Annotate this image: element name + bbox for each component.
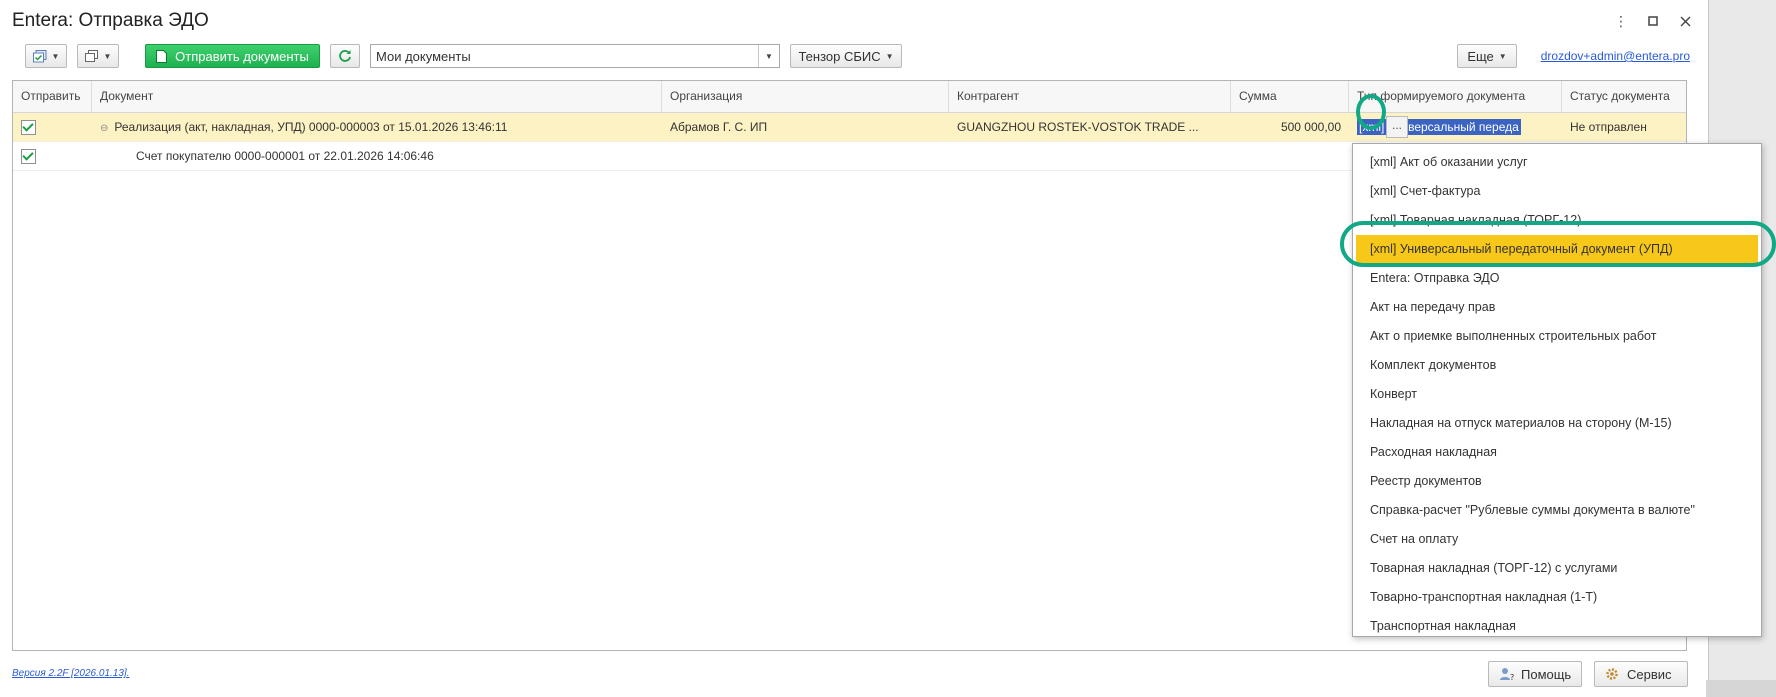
sum-cell: [1231, 142, 1349, 170]
chevron-down-icon: ▼: [1498, 51, 1507, 61]
copy-actions-button[interactable]: ▼: [77, 44, 119, 68]
doc-type-dropdown: [xml] Акт об оказании услуг [xml] Счет-ф…: [1352, 143, 1762, 637]
col-header-sum[interactable]: Сумма: [1231, 81, 1349, 112]
document-icon: [156, 49, 168, 63]
window-title: Entera: Отправка ЭДО: [12, 10, 209, 31]
counterparty-cell: [949, 142, 1231, 170]
svg-text:?: ?: [1510, 673, 1514, 681]
dropdown-item[interactable]: Entera: Отправка ЭДО: [1353, 264, 1761, 293]
horizontal-scrollbar[interactable]: [1706, 680, 1776, 697]
dropdown-item[interactable]: [xml] Счет-фактура: [1353, 177, 1761, 206]
dropdown-item[interactable]: Товарная накладная (ТОРГ-12) с услугами: [1353, 554, 1761, 583]
counterparty-cell: GUANGZHOU ROSTEK-VOSTOK TRADE ...: [957, 120, 1199, 134]
send-documents-button[interactable]: Отправить документы: [145, 44, 320, 68]
table-header: Отправить Документ Организация Контраген…: [13, 81, 1686, 113]
chevron-down-icon: ▼: [885, 51, 894, 61]
doc-type-cell[interactable]: [xml] Универсальный переда: [1349, 113, 1562, 141]
version-link[interactable]: Версия 2.2F [2026.01.13].: [12, 668, 129, 679]
refresh-button[interactable]: [330, 44, 360, 68]
dropdown-item[interactable]: [xml] Товарная накладная (ТОРГ-12): [1353, 206, 1761, 235]
help-button[interactable]: ? Помощь: [1488, 661, 1583, 687]
organization-cell: Абрамов Г. С. ИП: [670, 120, 768, 134]
document-cell: ⊖ Реализация (акт, накладная, УПД) 0000-0…: [92, 113, 662, 141]
help-label: Помощь: [1521, 666, 1572, 682]
collapse-icon[interactable]: ⊖: [100, 123, 108, 134]
window-controls: ⋮: [1612, 12, 1694, 30]
select-doc-type-button[interactable]: ...: [1386, 116, 1408, 138]
dropdown-item[interactable]: Акт на передачу прав: [1353, 293, 1761, 322]
document-name: Счет покупателю 0000-000001 от 22.01.202…: [136, 149, 434, 163]
dropdown-item[interactable]: Справка-расчет "Рублевые суммы документа…: [1353, 496, 1761, 525]
service-button[interactable]: Сервис: [1594, 661, 1688, 687]
checklist-icon: [32, 49, 47, 62]
dropdown-item[interactable]: Конверт: [1353, 380, 1761, 409]
col-header-status[interactable]: Статус документа: [1562, 81, 1686, 112]
col-header-send[interactable]: Отправить: [13, 81, 92, 112]
check-items-button[interactable]: ▼: [25, 44, 67, 68]
send-checkbox-cell: [13, 142, 92, 170]
send-checkbox[interactable]: [21, 149, 36, 165]
filter-value: Мои документы: [376, 48, 471, 64]
copy-icon: [84, 49, 98, 62]
dropdown-item[interactable]: Счет на оплату: [1353, 525, 1761, 554]
documents-filter-select[interactable]: Мои документы ▼: [370, 44, 780, 68]
service-label: Сервис: [1627, 666, 1672, 682]
close-icon[interactable]: [1676, 12, 1694, 30]
dropdown-item[interactable]: Акт о приемке выполненных строительных р…: [1353, 322, 1761, 351]
col-header-organization[interactable]: Организация: [662, 81, 949, 112]
sum-cell: 500 000,00: [1280, 120, 1341, 134]
toolbar: ▼ ▼ Отправить документы Мои документы ▼: [25, 44, 1690, 70]
chevron-down-icon[interactable]: ▼: [758, 45, 779, 67]
send-documents-label: Отправить документы: [175, 48, 309, 64]
document-name: Реализация (акт, накладная, УПД) 0000-00…: [114, 120, 508, 134]
more-button[interactable]: Еще ▼: [1457, 44, 1517, 68]
col-header-doc-type[interactable]: Тип формируемого документа: [1349, 81, 1562, 112]
dropdown-item[interactable]: Накладная на отпуск материалов на сторон…: [1353, 409, 1761, 438]
send-checkbox[interactable]: [21, 120, 36, 136]
col-header-document[interactable]: Документ: [92, 81, 662, 112]
help-user-icon: ?: [1500, 668, 1514, 681]
organization-cell: [662, 142, 949, 170]
dropdown-item[interactable]: Комплект документов: [1353, 351, 1761, 380]
col-header-counterparty[interactable]: Контрагент: [949, 81, 1231, 112]
provider-select-button[interactable]: Тензор СБИС ▼: [790, 44, 902, 68]
provider-label: Тензор СБИС: [798, 48, 881, 64]
title-bar: Entera: Отправка ЭДО: [12, 10, 209, 34]
chevron-down-icon: ▼: [51, 51, 60, 61]
status-cell: Не отправлен: [1570, 120, 1647, 134]
dropdown-item-selected[interactable]: [xml] Универсальный передаточный докумен…: [1356, 235, 1758, 264]
dropdown-item[interactable]: Реестр документов: [1353, 467, 1761, 496]
dropdown-item[interactable]: Расходная накладная: [1353, 438, 1761, 467]
dropdown-item[interactable]: [xml] Акт об оказании услуг: [1353, 148, 1761, 177]
dropdown-item[interactable]: Товарно-транспортная накладная (1-Т): [1353, 583, 1761, 612]
user-email-link[interactable]: drozdov+admin@entera.pro: [1541, 49, 1690, 63]
chevron-down-icon: ▼: [103, 51, 112, 61]
maximize-icon[interactable]: [1644, 12, 1662, 30]
more-label: Еще: [1467, 48, 1494, 64]
service-gear-icon: [1606, 668, 1618, 680]
refresh-icon: [339, 50, 351, 62]
send-checkbox-cell: [13, 113, 92, 141]
dropdown-item[interactable]: Транспортная накладная: [1353, 612, 1761, 641]
more-vertical-icon[interactable]: ⋮: [1612, 12, 1630, 30]
table-row[interactable]: ⊖ Реализация (акт, накладная, УПД) 0000-0…: [13, 113, 1686, 142]
doc-type-value[interactable]: [xml] Универсальный переда: [1357, 119, 1521, 135]
